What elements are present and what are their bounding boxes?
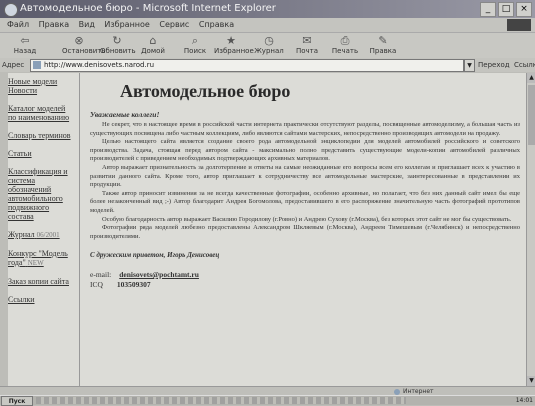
nav-order-copy[interactable]: Заказ копии сайта (8, 277, 74, 286)
email-link[interactable]: denisovets@pochtamt.ru (119, 270, 199, 279)
window-title: Автомодельное бюро - Microsoft Internet … (20, 3, 276, 14)
refresh-icon: ↻ (112, 34, 122, 47)
taskbar-quick-launch[interactable] (36, 397, 406, 404)
nav-links[interactable]: Ссылки (8, 295, 74, 304)
address-url: http://www.denisovets.narod.ru (44, 61, 155, 69)
address-bar: Адрес http://www.denisovets.narod.ru ▼ П… (0, 58, 535, 72)
page-icon (33, 61, 41, 69)
nav-glossary[interactable]: Словарь терминов (8, 131, 74, 140)
home-icon: ⌂ (149, 34, 157, 47)
email-label: e-mail: (90, 269, 112, 279)
refresh-button[interactable]: ↻ Обновить (100, 34, 136, 58)
new-badge: NEW (27, 259, 44, 267)
main-article: Автомодельное бюро Уважаемые коллеги! Не… (90, 77, 520, 290)
mail-icon: ✉ (302, 34, 312, 47)
title-bar: Автомодельное бюро - Microsoft Internet … (0, 0, 535, 18)
menu-edit[interactable]: Правка (39, 20, 69, 29)
nav-catalog[interactable]: Каталог моделей по наименованию (8, 104, 74, 122)
search-icon: ⌕ (191, 34, 199, 47)
nav-contest[interactable]: Конкурс "Модель года" NEW (8, 249, 74, 268)
history-icon: ◷ (264, 34, 274, 47)
scroll-up-icon[interactable]: ▲ (527, 73, 535, 83)
paragraph: Целью настоящего сайта является создание… (90, 138, 520, 163)
scroll-down-icon[interactable]: ▼ (527, 376, 535, 386)
favorites-icon: ★ (226, 34, 236, 47)
back-button[interactable]: ⇦ Назад (8, 34, 42, 58)
address-input[interactable]: http://www.denisovets.narod.ru (30, 59, 464, 72)
toolbar: ⇦ Назад ⊗ Остановить ↻ Обновить ⌂ Домой ⌕ Пои… (0, 32, 535, 60)
print-button[interactable]: ⎙ Печать (328, 34, 362, 58)
menu-bar: Файл Правка Вид Избранное Сервис Справка (0, 18, 535, 32)
start-button[interactable]: Пуск (1, 396, 33, 406)
nav-journal[interactable]: Журнал 06/2001 (8, 230, 74, 240)
icq-number: 103509307 (116, 279, 151, 289)
back-arrow-icon: ⇦ (20, 34, 30, 47)
search-button[interactable]: ⌕ Поиск (178, 34, 212, 58)
ie-logo-icon (4, 3, 18, 17)
contact-icq: ICQ 103509307 (90, 280, 520, 290)
icq-label: ICQ (90, 279, 103, 289)
globe-icon (394, 388, 400, 395)
paragraph: Не секрет, что в настоящее время в росси… (90, 121, 520, 137)
go-button[interactable]: Переход (478, 58, 510, 72)
paragraph: Автор выражает признательность за долгот… (90, 163, 520, 189)
site-nav: Новые модели Новости Каталог моделей по … (8, 77, 74, 313)
scroll-thumb[interactable] (528, 85, 535, 145)
windows-logo-icon (507, 19, 531, 31)
stop-icon: ⊗ (74, 34, 84, 47)
signature: С дружеским приветом, Игорь Денисовец (90, 251, 220, 260)
menu-view[interactable]: Вид (79, 20, 95, 29)
links-button[interactable]: Ссылки (514, 58, 535, 72)
menu-file[interactable]: Файл (7, 20, 29, 29)
maximize-icon[interactable]: □ (498, 2, 514, 17)
vertical-scrollbar[interactable]: ▲ ▼ (526, 73, 535, 386)
stop-button[interactable]: ⊗ Остановить (62, 34, 105, 58)
greeting: Уважаемые коллеги! (90, 110, 160, 119)
edit-icon: ✎ (378, 34, 388, 47)
contact-email: e-mail: denisovets@pochtamt.ru (90, 270, 520, 280)
menu-help[interactable]: Справка (199, 20, 234, 29)
menu-tools[interactable]: Сервис (159, 20, 189, 29)
page-title: Автомодельное бюро (120, 81, 291, 101)
edit-button[interactable]: ✎ Правка (366, 34, 400, 58)
close-icon[interactable]: × (516, 2, 532, 17)
page-content: Новые модели Новости Каталог моделей по … (8, 73, 526, 386)
mail-button[interactable]: ✉ Почта (290, 34, 324, 58)
window-controls: _ □ × (480, 2, 532, 17)
address-dropdown-icon[interactable]: ▼ (464, 59, 475, 72)
paragraph: Также автор приносит извинения за не все… (90, 189, 520, 214)
address-label: Адрес (2, 61, 25, 69)
nav-classification[interactable]: Классификация и система обозначений авто… (8, 167, 74, 221)
nav-articles[interactable]: Статьи (8, 149, 74, 158)
journal-date: 06/2001 (36, 231, 60, 239)
nav-divider (79, 73, 80, 386)
minimize-icon[interactable]: _ (480, 2, 496, 17)
paragraph: Фотографии ряда моделей любезно предоста… (90, 224, 520, 240)
history-button[interactable]: ◷ Журнал (252, 34, 286, 58)
print-icon: ⎙ (340, 34, 350, 47)
home-button[interactable]: ⌂ Домой (136, 34, 170, 58)
paragraph: Особую благодарность автор выражает Васи… (102, 215, 512, 223)
menu-favorites[interactable]: Избранное (104, 20, 149, 29)
favorites-button[interactable]: ★ Избранное (214, 34, 254, 58)
nav-news[interactable]: Новые модели Новости (8, 77, 74, 95)
